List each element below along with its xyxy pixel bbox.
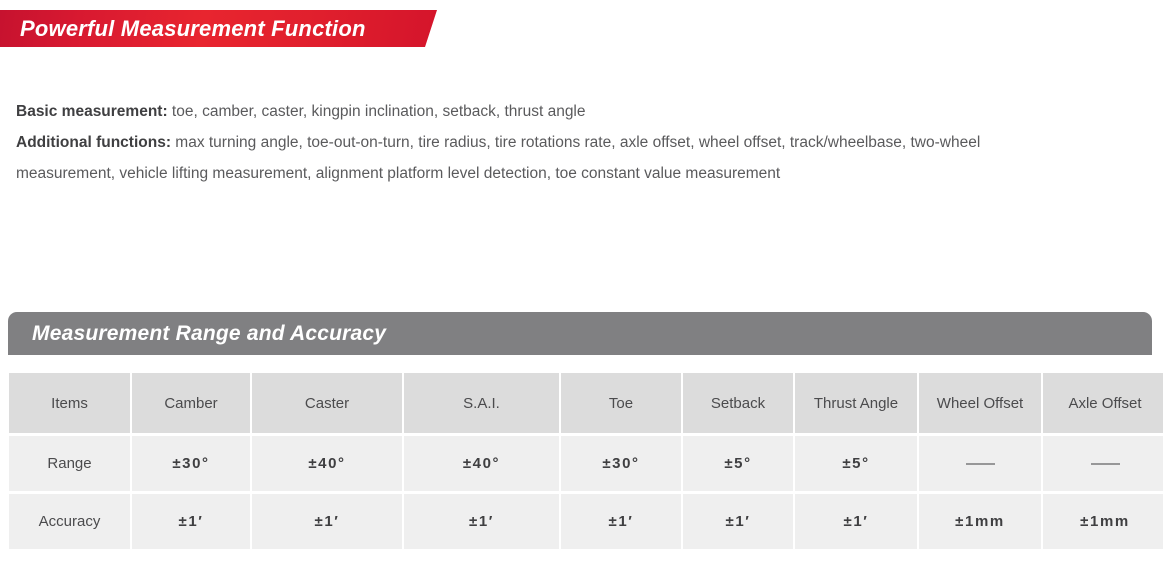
accuracy-caster: ±1′ bbox=[252, 494, 402, 549]
range-setback: ±5° bbox=[683, 436, 793, 491]
accuracy-wheel-offset: ±1mm bbox=[919, 494, 1041, 549]
powerful-measurement-banner: Powerful Measurement Function bbox=[0, 10, 440, 47]
row-label-accuracy: Accuracy bbox=[9, 494, 130, 549]
additional-functions-line: Additional functions: max turning angle,… bbox=[16, 127, 1056, 189]
column-header-thrust-angle: Thrust Angle bbox=[795, 373, 917, 433]
measurement-description: Basic measurement: toe, camber, caster, … bbox=[16, 96, 1056, 189]
row-label-range: Range bbox=[9, 436, 130, 491]
column-header-wheel-offset: Wheel Offset bbox=[919, 373, 1041, 433]
table-header-row: Items Camber Caster S.A.I. Toe Setback T… bbox=[9, 373, 1163, 433]
range-wheel-offset: —— bbox=[919, 436, 1041, 491]
basic-measurement-line: Basic measurement: toe, camber, caster, … bbox=[16, 96, 1056, 127]
range-toe: ±30° bbox=[561, 436, 681, 491]
section-bar-title: Measurement Range and Accuracy bbox=[32, 322, 387, 345]
range-axle-offset: —— bbox=[1043, 436, 1163, 491]
table-row: Accuracy ±1′ ±1′ ±1′ ±1′ ±1′ ±1′ ±1mm ±1… bbox=[9, 494, 1163, 549]
accuracy-setback: ±1′ bbox=[683, 494, 793, 549]
column-header-axle-offset: Axle Offset bbox=[1043, 373, 1163, 433]
basic-measurement-label: Basic measurement: bbox=[16, 103, 168, 120]
accuracy-camber: ±1′ bbox=[132, 494, 250, 549]
banner-title: Powerful Measurement Function bbox=[20, 16, 366, 41]
additional-functions-label: Additional functions: bbox=[16, 134, 171, 151]
range-camber: ±30° bbox=[132, 436, 250, 491]
column-header-setback: Setback bbox=[683, 373, 793, 433]
column-header-caster: Caster bbox=[252, 373, 402, 433]
range-sai: ±40° bbox=[404, 436, 559, 491]
accuracy-thrust-angle: ±1′ bbox=[795, 494, 917, 549]
column-header-sai: S.A.I. bbox=[404, 373, 559, 433]
range-thrust-angle: ±5° bbox=[795, 436, 917, 491]
basic-measurement-value: toe, camber, caster, kingpin inclination… bbox=[167, 103, 586, 120]
column-header-toe: Toe bbox=[561, 373, 681, 433]
table-row: Range ±30° ±40° ±40° ±30° ±5° ±5° —— —— bbox=[9, 436, 1163, 491]
range-caster: ±40° bbox=[252, 436, 402, 491]
accuracy-toe: ±1′ bbox=[561, 494, 681, 549]
column-header-items: Items bbox=[9, 373, 130, 433]
accuracy-axle-offset: ±1mm bbox=[1043, 494, 1163, 549]
accuracy-sai: ±1′ bbox=[404, 494, 559, 549]
column-header-camber: Camber bbox=[132, 373, 250, 433]
measurement-range-accuracy-table: Items Camber Caster S.A.I. Toe Setback T… bbox=[7, 370, 1163, 552]
measurement-range-section-bar: Measurement Range and Accuracy bbox=[8, 312, 1152, 355]
